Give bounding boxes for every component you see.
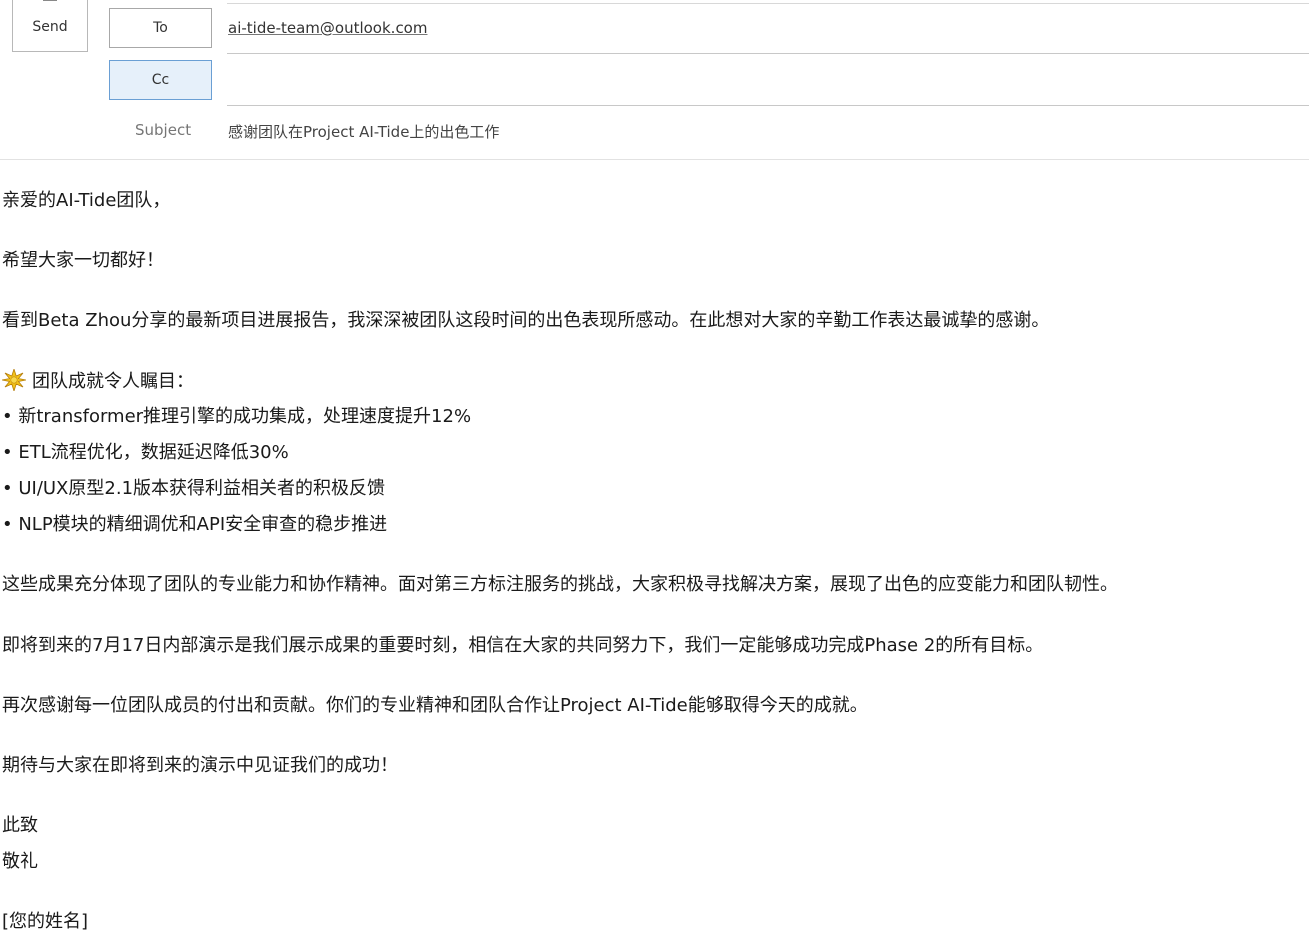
header-divider (0, 159, 1309, 160)
body-paragraph-4: 期待与大家在即将到来的演示中见证我们的成功！ (2, 755, 398, 776)
body-paragraph-1: 这些成果充分体现了团队的专业能力和协作精神。面对第三方标注服务的挑战，大家积极寻… (2, 574, 1118, 595)
body-paragraph-3: 再次感谢每一位团队成员的付出和贡献。你们的专业精神和团队合作让Project A… (2, 695, 868, 716)
to-button[interactable]: To (109, 8, 212, 48)
body-paragraph-2: 即将到来的7月17日内部演示是我们展示成果的重要时刻，相信在大家的共同努力下，我… (2, 635, 1044, 656)
send-icon (43, 0, 57, 1)
to-field[interactable]: ai-tide-team@outlook.com (228, 19, 427, 37)
greeting-line: 亲爱的AI-Tide团队， (2, 190, 171, 211)
achievement-item: • NLP模块的精细调优和API安全审查的稳步推进 (2, 514, 388, 535)
achievement-item: • 新transformer推理引擎的成功集成，处理速度提升12% (2, 406, 472, 427)
achievements-heading-text: 团队成就令人瞩目： (32, 371, 194, 392)
wish-line: 希望大家一切都好！ (2, 250, 164, 271)
sparkle-icon (2, 369, 26, 391)
cc-button-label: Cc (151, 72, 170, 88)
header-top-divider (227, 3, 1309, 4)
cc-field-underline (227, 105, 1309, 106)
achievement-item: • ETL流程优化，数据延迟降低30% (2, 442, 289, 463)
subject-label: Subject (135, 121, 192, 139)
signature-placeholder: [您的姓名] (2, 911, 89, 932)
achievement-item: • UI/UX原型2.1版本获得利益相关者的积极反馈 (2, 478, 386, 499)
intro-paragraph: 看到Beta Zhou分享的最新项目进展报告，我深深被团队这段时间的出色表现所感… (2, 310, 1050, 331)
cc-button[interactable]: Cc (109, 60, 212, 100)
to-button-label: To (153, 20, 168, 36)
send-button-label: Send (32, 19, 68, 35)
compose-header: Send To ai-tide-team@outlook.com Cc Subj… (0, 0, 1309, 160)
cc-field[interactable] (228, 68, 1292, 96)
send-button[interactable]: Send (12, 0, 88, 52)
to-field-underline (227, 53, 1309, 54)
achievements-heading: 团队成就令人瞩目： (2, 369, 194, 394)
closing-line-2: 敬礼 (2, 851, 38, 872)
subject-field[interactable]: 感谢团队在Project AI-Tide上的出色工作 (228, 121, 499, 142)
closing-line-1: 此致 (2, 815, 38, 836)
